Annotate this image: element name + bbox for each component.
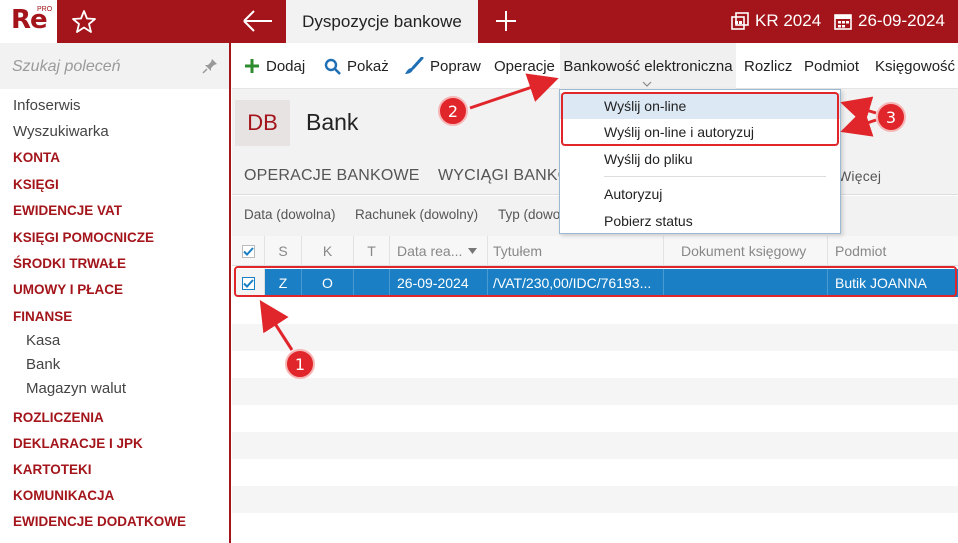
annotation-badge-1: 1 bbox=[285, 349, 315, 379]
annotation-badge-3: 3 bbox=[876, 102, 906, 132]
annotation-badge-2: 2 bbox=[438, 96, 468, 126]
annotation-arrows bbox=[259, 73, 877, 351]
